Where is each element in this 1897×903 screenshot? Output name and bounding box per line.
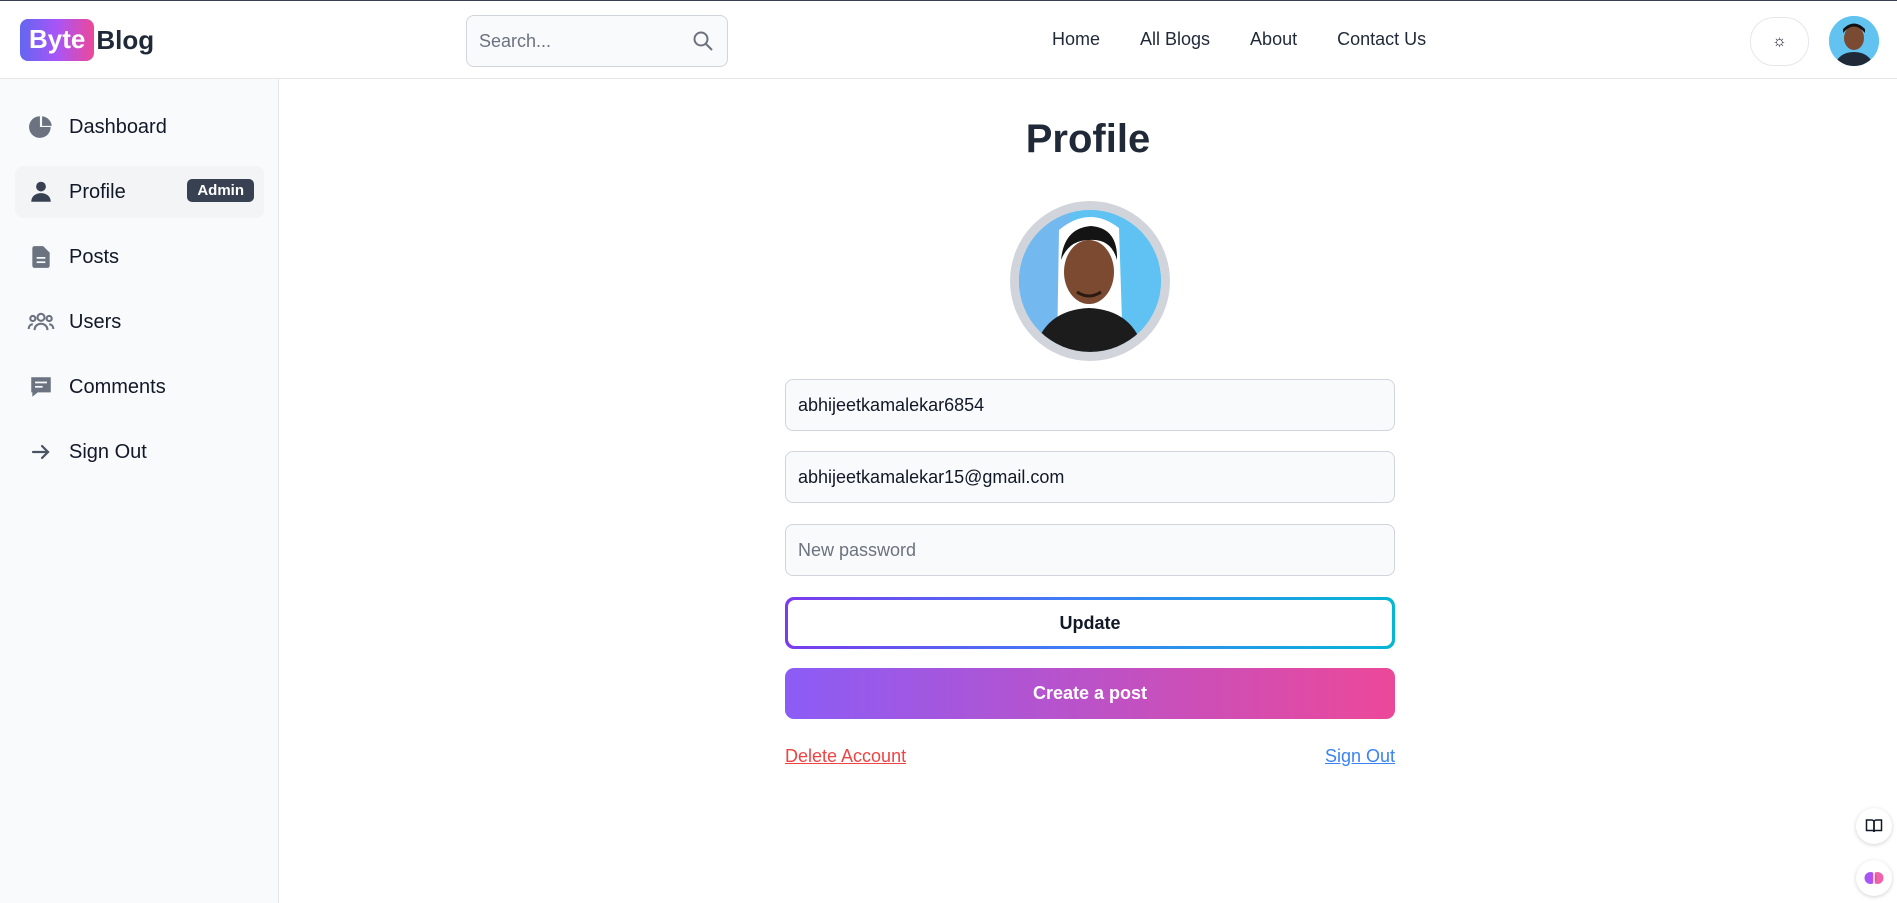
admin-badge: Admin <box>187 179 254 202</box>
reader-mode-button[interactable] <box>1856 808 1892 844</box>
update-button-label: Update <box>788 600 1392 646</box>
top-navbar: Byte Blog Home All Blogs About Contact U… <box>0 0 1897 79</box>
sidebar-item-sign-out[interactable]: Sign Out <box>15 426 264 478</box>
update-button[interactable]: Update <box>785 597 1395 649</box>
sidebar-item-profile[interactable]: Profile Admin <box>15 166 264 218</box>
site-logo[interactable]: Byte Blog <box>20 19 154 61</box>
profile-photo-image <box>1019 210 1161 352</box>
logo-text: Blog <box>96 24 155 55</box>
create-post-button[interactable]: Create a post <box>785 668 1395 719</box>
comment-icon <box>27 373 55 401</box>
sidebar-item-dashboard[interactable]: Dashboard <box>15 101 264 153</box>
email-field[interactable] <box>785 451 1395 503</box>
password-field[interactable] <box>785 524 1395 576</box>
search-input[interactable] <box>479 30 691 52</box>
theme-toggle-button[interactable]: ☼ <box>1750 17 1809 66</box>
ai-assistant-button[interactable] <box>1856 860 1892 896</box>
book-icon <box>1865 819 1883 833</box>
username-field[interactable] <box>785 379 1395 431</box>
nav-about[interactable]: About <box>1250 29 1297 50</box>
sidebar-item-label: Dashboard <box>69 115 167 138</box>
search-box[interactable] <box>466 15 728 67</box>
sidebar-item-label: Users <box>69 310 122 333</box>
email-input[interactable] <box>798 466 1382 488</box>
sun-icon: ☼ <box>1772 32 1787 50</box>
main-nav: Home All Blogs About Contact Us <box>1052 29 1466 50</box>
logo-badge: Byte <box>20 19 95 61</box>
sidebar-item-comments[interactable]: Comments <box>15 361 264 413</box>
delete-account-link[interactable]: Delete Account <box>785 746 906 767</box>
sidebar-item-label: Comments <box>69 375 166 398</box>
page-title: Profile <box>1025 117 1151 161</box>
document-icon <box>27 243 55 271</box>
search-icon[interactable] <box>691 29 715 53</box>
pie-chart-icon <box>27 113 55 141</box>
user-avatar[interactable] <box>1829 16 1879 66</box>
brain-icon <box>1864 872 1884 884</box>
nav-home[interactable]: Home <box>1052 29 1100 50</box>
sidebar-item-label: Sign Out <box>69 440 147 463</box>
sidebar-item-users[interactable]: Users <box>15 296 264 348</box>
arrow-right-icon <box>27 438 55 466</box>
sidebar-item-posts[interactable]: Posts <box>15 231 264 283</box>
users-icon <box>27 308 55 336</box>
password-input[interactable] <box>798 539 1382 561</box>
username-input[interactable] <box>798 394 1382 416</box>
sidebar-item-label: Posts <box>69 245 120 268</box>
avatar-photo <box>1829 16 1879 66</box>
nav-all-blogs[interactable]: All Blogs <box>1140 29 1210 50</box>
sign-out-link[interactable]: Sign Out <box>1325 746 1395 767</box>
nav-contact-us[interactable]: Contact Us <box>1337 29 1426 50</box>
user-icon <box>27 178 55 206</box>
sidebar: Dashboard Profile Admin Posts Users Comm… <box>0 79 279 903</box>
profile-photo[interactable] <box>1010 201 1170 361</box>
sidebar-item-label: Profile <box>69 180 126 203</box>
